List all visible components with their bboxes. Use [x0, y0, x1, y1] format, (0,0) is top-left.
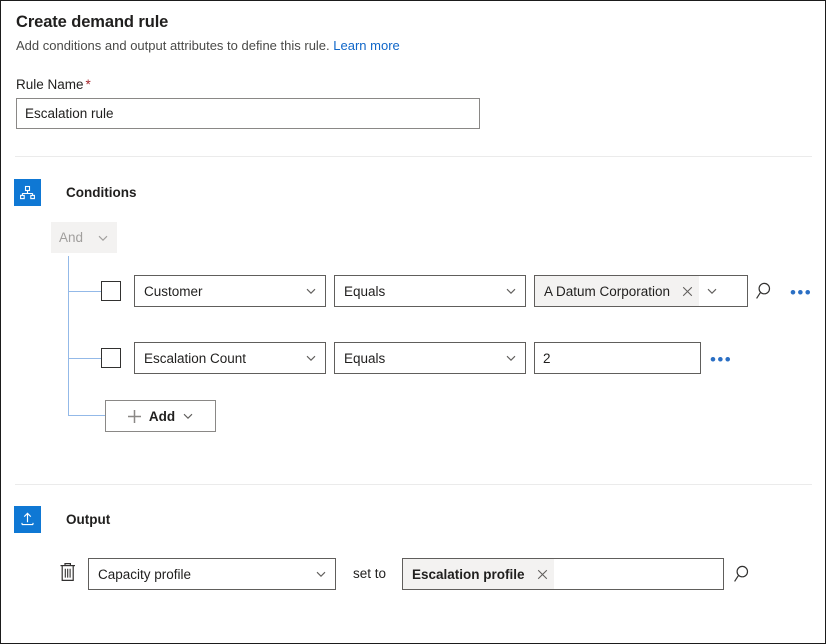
selected-value-label: A Datum Corporation	[544, 284, 670, 299]
output-value-lookup-field[interactable]: Escalation profile	[402, 558, 724, 590]
output-attribute-dropdown[interactable]: Capacity profile	[88, 558, 336, 590]
condition-attribute-value: Customer	[144, 284, 305, 299]
upload-icon	[14, 506, 41, 533]
panel-header: Create demand rule Add conditions and ou…	[16, 11, 806, 55]
divider-output	[15, 484, 812, 485]
chevron-down-icon	[305, 352, 317, 364]
page-subtitle-text: Add conditions and output attributes to …	[16, 38, 330, 53]
add-condition-label: Add	[149, 409, 175, 424]
condition-attribute-value: Escalation Count	[144, 351, 305, 366]
divider-conditions	[15, 156, 812, 157]
chevron-down-icon	[505, 352, 517, 364]
trash-icon[interactable]	[57, 561, 79, 585]
page-title: Create demand rule	[16, 11, 806, 33]
condition-attribute-dropdown[interactable]: Escalation Count	[134, 342, 326, 374]
chevron-down-icon	[305, 285, 317, 297]
condition-tree-branch	[68, 358, 105, 359]
output-attribute-value: Capacity profile	[98, 567, 315, 582]
condition-row-checkbox[interactable]	[101, 348, 121, 368]
chevron-down-icon	[505, 285, 517, 297]
condition-tree-branch	[68, 415, 106, 416]
set-to-label: set to	[353, 566, 386, 581]
page-subtitle: Add conditions and output attributes to …	[16, 37, 806, 55]
add-condition-button[interactable]: Add	[105, 400, 216, 432]
condition-row-checkbox[interactable]	[101, 281, 121, 301]
condition-operator-dropdown[interactable]: Equals	[334, 275, 526, 307]
rule-name-input[interactable]	[16, 98, 480, 129]
condition-tree-connector	[68, 256, 69, 416]
condition-operator-dropdown[interactable]: Equals	[334, 342, 526, 374]
condition-operator-value: Equals	[344, 351, 505, 366]
condition-row-overflow-menu[interactable]: •••	[790, 284, 812, 301]
plus-icon	[127, 409, 142, 424]
selected-value-chip: A Datum Corporation	[535, 276, 699, 306]
required-asterisk: *	[86, 77, 91, 92]
condition-value-lookup-field[interactable]: A Datum Corporation	[534, 275, 748, 307]
chevron-down-icon	[315, 568, 327, 580]
close-icon[interactable]	[537, 569, 548, 580]
selected-value-chip: Escalation profile	[403, 559, 554, 589]
rule-name-label-text: Rule Name	[16, 77, 84, 92]
condition-row-overflow-menu[interactable]: •••	[710, 351, 732, 368]
close-icon[interactable]	[682, 286, 693, 297]
selected-value-label: Escalation profile	[412, 567, 525, 582]
learn-more-link[interactable]: Learn more	[333, 38, 399, 53]
output-section-title: Output	[66, 512, 110, 527]
hierarchy-icon	[14, 179, 41, 206]
search-icon[interactable]	[755, 280, 777, 302]
chevron-down-icon[interactable]	[706, 285, 718, 297]
condition-operator-value: Equals	[344, 284, 505, 299]
conditions-section-title: Conditions	[66, 185, 137, 200]
chevron-down-icon	[182, 410, 194, 422]
conditions-section-header: Conditions	[14, 179, 137, 206]
rule-name-label: Rule Name*	[16, 76, 91, 94]
create-demand-rule-panel: Create demand rule Add conditions and ou…	[0, 0, 826, 644]
condition-tree-branch	[68, 291, 105, 292]
output-section-header: Output	[14, 506, 110, 533]
logic-operator-value: And	[59, 230, 97, 245]
chevron-down-icon	[97, 232, 109, 244]
search-icon[interactable]	[733, 563, 755, 585]
logic-operator-dropdown[interactable]: And	[51, 222, 117, 253]
condition-value-input[interactable]: 2	[534, 342, 701, 374]
condition-attribute-dropdown[interactable]: Customer	[134, 275, 326, 307]
